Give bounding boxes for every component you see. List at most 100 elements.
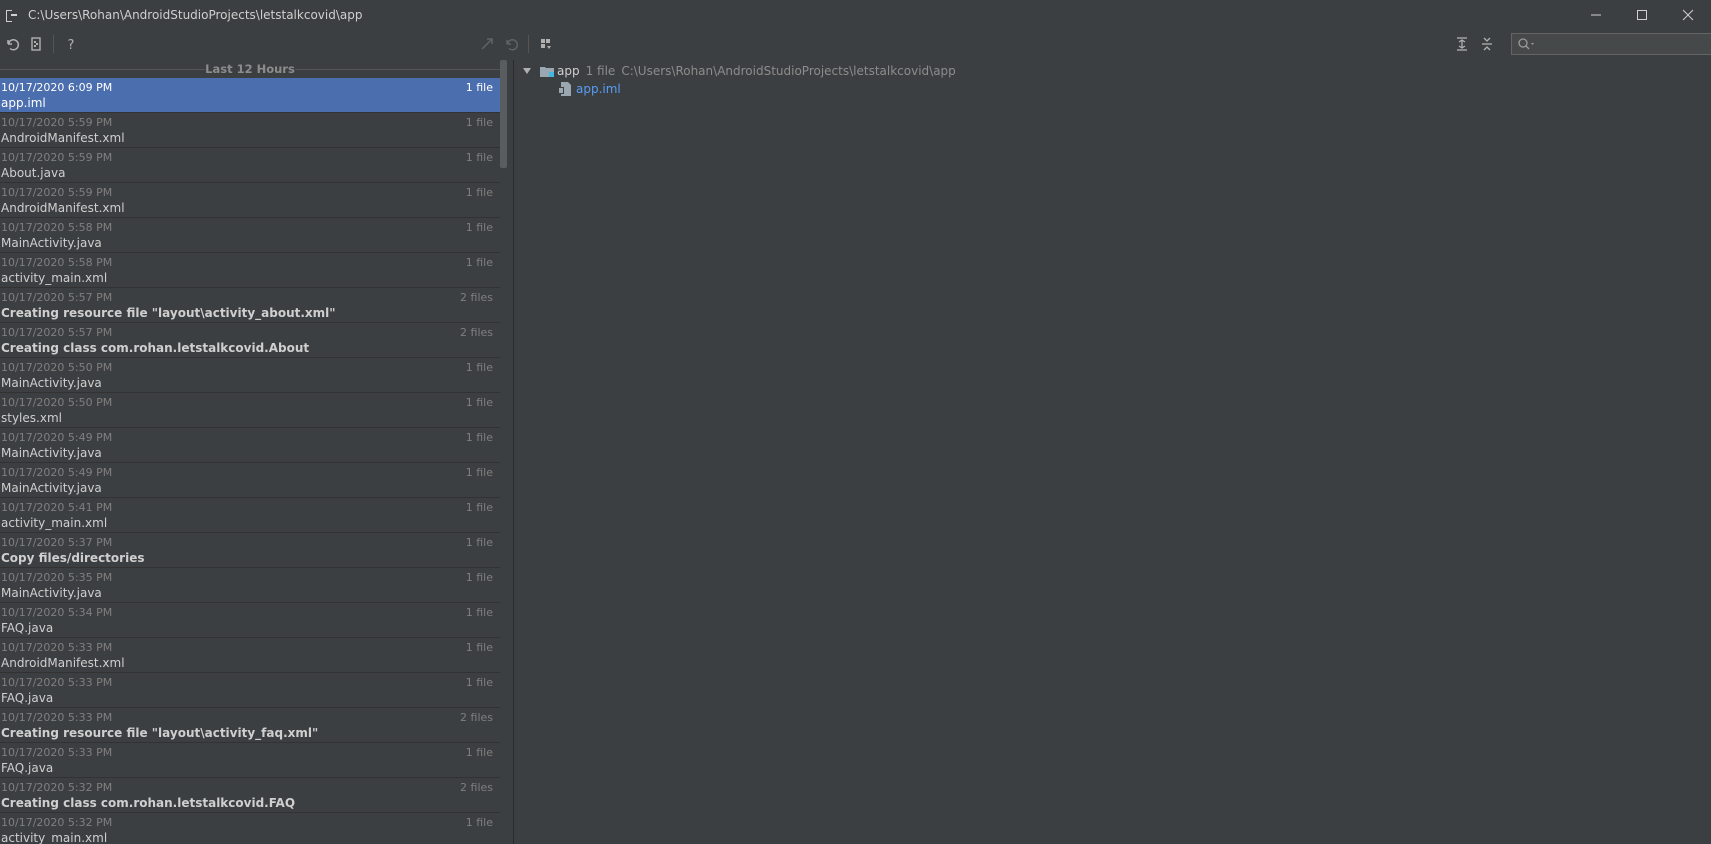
row-timestamp: 10/17/2020 5:35 PM [1, 571, 113, 584]
history-row[interactable]: 10/17/2020 5:58 PM 1 file MainActivity.jav… [0, 218, 500, 253]
history-row[interactable]: 10/17/2020 5:57 PM 2 files Creating resour… [0, 288, 500, 323]
row-label: About.java [1, 166, 66, 180]
row-timestamp: 10/17/2020 5:59 PM [1, 116, 113, 129]
row-file-count: 1 file [465, 816, 493, 829]
row-file-count: 1 file [465, 256, 493, 269]
tree-child-node[interactable]: app.iml [557, 80, 621, 98]
search-input[interactable] [1511, 33, 1711, 55]
row-file-count: 1 file [465, 536, 493, 549]
history-row[interactable]: 10/17/2020 5:57 PM 2 files Creating class … [0, 323, 500, 358]
row-label: Copy files/directories [1, 551, 145, 565]
history-row[interactable]: 10/17/2020 5:50 PM 1 file styles.xml [0, 393, 500, 428]
help-button[interactable]: ? [59, 32, 83, 56]
group-by-button[interactable] [534, 32, 558, 56]
tree-child-name: app.iml [576, 82, 621, 96]
history-row[interactable]: 10/17/2020 6:09 PM 1 file app.iml [0, 78, 500, 113]
history-row[interactable]: 10/17/2020 5:32 PM 2 files Creating class … [0, 778, 500, 813]
patch-icon [31, 37, 41, 51]
svg-text:?: ? [68, 38, 75, 52]
search-icon [1518, 38, 1534, 50]
history-row[interactable]: 10/17/2020 5:41 PM 1 file activity_main.xm… [0, 498, 500, 533]
history-row[interactable]: 10/17/2020 5:34 PM 1 file FAQ.java [0, 603, 500, 638]
scroll-thumb[interactable] [500, 60, 507, 168]
row-label: MainActivity.java [1, 446, 102, 460]
revert-icon [7, 39, 20, 51]
row-label: activity_main.xml [1, 831, 108, 844]
toolbar-separator [528, 35, 529, 53]
window-title: C:\Users\Rohan\AndroidStudioProjects\let… [28, 7, 363, 22]
maximize-icon [1637, 9, 1647, 20]
group-header: Last 12 Hours [0, 60, 500, 78]
row-label: MainActivity.java [1, 481, 102, 495]
row-file-count: 2 files [460, 711, 493, 724]
history-row[interactable]: 10/17/2020 5:59 PM 1 file AndroidManifest.… [0, 183, 500, 218]
row-timestamp: 10/17/2020 5:59 PM [1, 151, 113, 164]
row-timestamp: 10/17/2020 5:57 PM [1, 326, 113, 339]
row-file-count: 1 file [465, 361, 493, 374]
row-file-count: 1 file [465, 466, 493, 479]
show-diff-button[interactable] [475, 32, 499, 56]
minimize-button[interactable] [1573, 0, 1619, 29]
tree-root-path: C:\Users\Rohan\AndroidStudioProjects\let… [621, 64, 956, 78]
history-row[interactable]: 10/17/2020 5:33 PM 1 file AndroidManifest.… [0, 638, 500, 673]
maximize-button[interactable] [1619, 0, 1665, 29]
row-file-count: 2 files [460, 326, 493, 339]
history-row[interactable]: 10/17/2020 5:37 PM 1 file Copy files/direc… [0, 533, 500, 568]
expanded-arrow-icon[interactable] [521, 65, 533, 77]
row-label: Creating resource file "layout\activity_… [1, 306, 336, 320]
history-row[interactable]: 10/17/2020 5:33 PM 1 file FAQ.java [0, 743, 500, 778]
row-timestamp: 10/17/2020 5:49 PM [1, 466, 113, 479]
row-timestamp: 10/17/2020 5:33 PM [1, 676, 113, 689]
revert-disabled-icon [506, 39, 519, 51]
expand-all-button[interactable] [1450, 32, 1474, 56]
row-label: activity_main.xml [1, 516, 108, 530]
history-toolbar: ? [0, 29, 510, 59]
row-file-count: 1 file [465, 151, 493, 164]
row-file-count: 1 file [465, 606, 493, 619]
row-timestamp: 10/17/2020 5:34 PM [1, 606, 113, 619]
tree-root-node[interactable]: app 1 file C:\Users\Rohan\AndroidStudioP… [521, 62, 956, 80]
row-label: FAQ.java [1, 761, 54, 775]
close-button[interactable] [1665, 0, 1711, 29]
panel-divider[interactable] [513, 60, 514, 844]
row-timestamp: 10/17/2020 5:37 PM [1, 536, 113, 549]
window-controls [1573, 0, 1711, 29]
row-timestamp: 10/17/2020 5:49 PM [1, 431, 113, 444]
row-timestamp: 10/17/2020 5:33 PM [1, 711, 113, 724]
app-icon [5, 8, 19, 22]
history-row[interactable]: 10/17/2020 5:59 PM 1 file AndroidManifest.… [0, 113, 500, 148]
row-file-count: 1 file [465, 81, 493, 94]
row-file-count: 1 file [465, 396, 493, 409]
history-row[interactable]: 10/17/2020 5:49 PM 1 file MainActivity.jav… [0, 428, 500, 463]
row-label: MainActivity.java [1, 376, 102, 390]
expand-all-icon [1457, 37, 1467, 51]
row-file-count: 1 file [465, 501, 493, 514]
history-row[interactable]: 10/17/2020 5:33 PM 1 file FAQ.java [0, 673, 500, 708]
revert-selected-button[interactable] [499, 32, 523, 56]
create-patch-button[interactable] [24, 32, 48, 56]
row-label: FAQ.java [1, 621, 54, 635]
row-label: AndroidManifest.xml [1, 201, 125, 215]
help-icon: ? [68, 38, 75, 52]
history-row[interactable]: 10/17/2020 5:32 PM 1 file activity_main.xm… [0, 813, 500, 844]
row-label: Creating resource file "layout\activity_… [1, 726, 319, 740]
history-row[interactable]: 10/17/2020 5:59 PM 1 file About.java [0, 148, 500, 183]
history-row[interactable]: 10/17/2020 5:49 PM 1 file MainActivity.jav… [0, 463, 500, 498]
row-label: Creating class com.rohan.letstalkcovid.F… [1, 796, 296, 810]
history-scrollbar[interactable] [500, 60, 508, 844]
collapse-all-button[interactable] [1475, 32, 1499, 56]
revert-button[interactable] [0, 32, 24, 56]
history-row[interactable]: 10/17/2020 5:35 PM 1 file MainActivity.jav… [0, 568, 500, 603]
title-bar: C:\Users\Rohan\AndroidStudioProjects\let… [0, 0, 1711, 29]
history-row[interactable]: 10/17/2020 5:58 PM 1 file activity_main.xm… [0, 253, 500, 288]
row-timestamp: 10/17/2020 6:09 PM [1, 81, 113, 94]
history-row[interactable]: 10/17/2020 5:50 PM 1 file MainActivity.jav… [0, 358, 500, 393]
tree-root-count: 1 file [585, 64, 616, 78]
row-timestamp: 10/17/2020 5:41 PM [1, 501, 113, 514]
row-label: Creating class com.rohan.letstalkcovid.A… [1, 341, 310, 355]
row-file-count: 2 files [460, 291, 493, 304]
history-row[interactable]: 10/17/2020 5:33 PM 2 files Creating resour… [0, 708, 500, 743]
changes-tree: app 1 file C:\Users\Rohan\AndroidStudioP… [515, 60, 1711, 844]
row-timestamp: 10/17/2020 5:57 PM [1, 291, 113, 304]
row-timestamp: 10/17/2020 5:33 PM [1, 641, 113, 654]
